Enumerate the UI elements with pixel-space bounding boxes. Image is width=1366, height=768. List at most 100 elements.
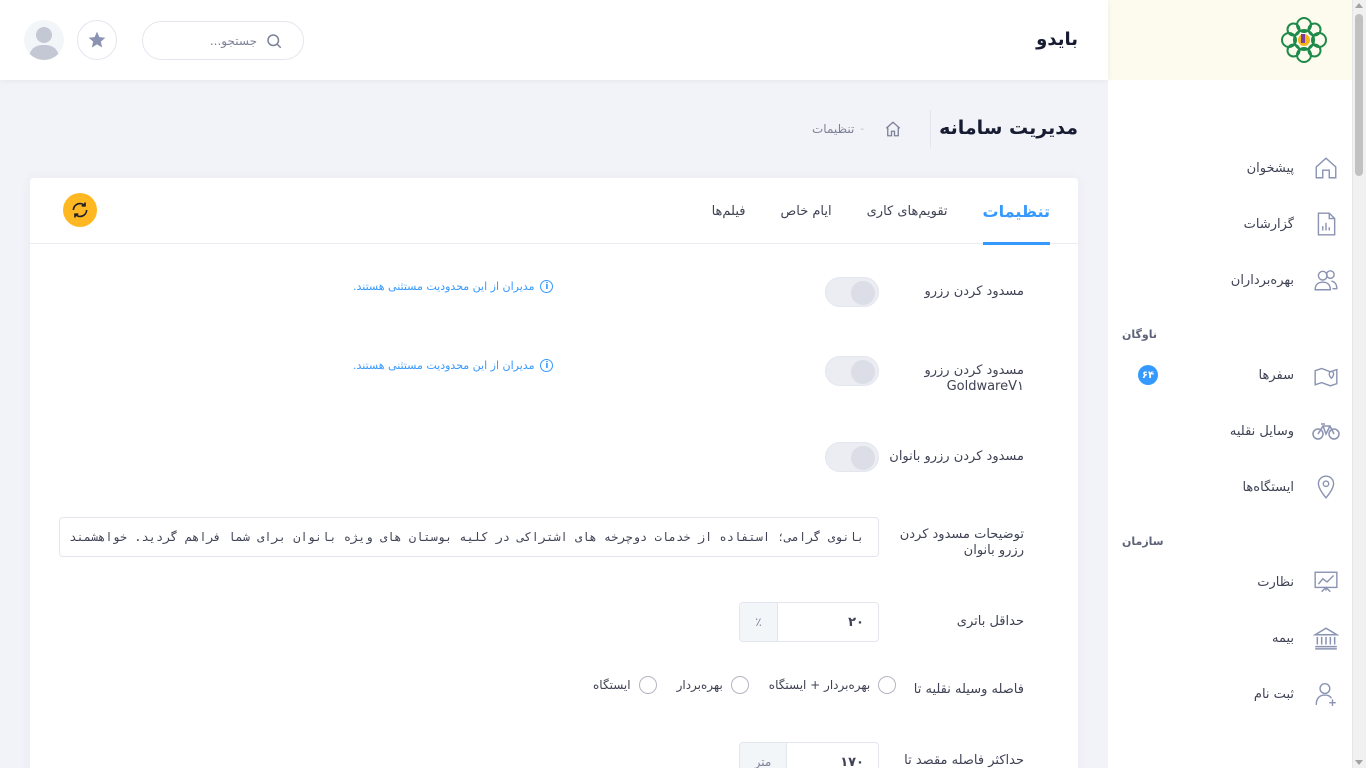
radio-circle[interactable] bbox=[878, 676, 897, 694]
meter-addon: متر bbox=[740, 743, 787, 768]
info-icon: i bbox=[540, 359, 554, 372]
breadcrumb-separator: - bbox=[860, 123, 864, 135]
sidebar-item-insurance[interactable]: بیمه bbox=[1108, 610, 1352, 666]
favorites-button[interactable] bbox=[77, 20, 117, 60]
subheader-divider bbox=[930, 110, 931, 148]
tabs: تنظیمات تقویم‌های کاری ایام خاص فیلم‌ها bbox=[677, 178, 1051, 245]
bicycle-icon bbox=[1312, 417, 1340, 445]
logo-icon bbox=[1281, 17, 1327, 63]
percent-addon: ٪ bbox=[740, 603, 778, 641]
tab-special-days[interactable]: ایام خاص bbox=[781, 178, 832, 244]
min-battery-input[interactable]: ۲۰ bbox=[778, 603, 878, 641]
vehicle-distance-label: فاصله وسیله نقلیه تا bbox=[913, 682, 1024, 697]
search-placeholder: جستجو... bbox=[209, 33, 257, 48]
map-pin-route-icon bbox=[1312, 361, 1340, 389]
sidebar-item-vehicles[interactable]: وسایل نقلیه bbox=[1108, 403, 1352, 459]
sidebar-item-label: وسایل نقلیه bbox=[1229, 423, 1294, 439]
radio-operator-station[interactable]: بهره‌بردار + ایستگاه bbox=[768, 676, 897, 694]
block-reservation-toggle[interactable] bbox=[825, 277, 879, 307]
radio-label: بهره‌بردار bbox=[676, 678, 723, 692]
label-line-1: مسدود کردن رزرو bbox=[924, 363, 1024, 378]
min-battery-input-group: ٪ ۲۰ bbox=[739, 602, 879, 642]
radio-circle[interactable] bbox=[638, 676, 657, 694]
star-icon bbox=[88, 31, 106, 48]
info-icon: i bbox=[540, 280, 554, 293]
sidebar-item-label: گزارشات bbox=[1243, 216, 1294, 232]
sidebar-item-monitoring[interactable]: نظارت bbox=[1108, 554, 1352, 610]
radio-label: بهره‌بردار + ایستگاه bbox=[768, 678, 871, 692]
block-reservation-label: مسدود کردن رزرو bbox=[924, 284, 1024, 299]
tab-settings[interactable]: تنظیمات bbox=[982, 178, 1051, 245]
radio-operator[interactable]: بهره‌بردار bbox=[677, 676, 749, 694]
sidebar: پیشخوان گزارشات بهره‌برداران ناوگان سفره… bbox=[1108, 0, 1352, 768]
toggle-knob bbox=[851, 281, 875, 305]
trips-count-badge: ۶۴ bbox=[1138, 365, 1158, 385]
toggle-knob bbox=[851, 446, 875, 470]
sidebar-item-label: بیمه bbox=[1271, 630, 1294, 646]
block-women-desc-input[interactable]: بانوی گرامی؛ استفاده از خدمات دوچرخه های… bbox=[59, 517, 879, 557]
home-icon[interactable] bbox=[884, 120, 902, 138]
search-icon bbox=[267, 33, 282, 48]
block-women-desc-label: توضیحات مسدود کردن رزرو بانوان bbox=[899, 527, 1024, 558]
max-dest-distance-input[interactable]: ۱۷۰ bbox=[787, 743, 878, 768]
block-reservation-hint: i مدیران از این محدودیت مستثنی هستند. bbox=[353, 280, 554, 293]
toggle-knob bbox=[851, 360, 875, 384]
sidebar-item-label: ایستگاه‌ها bbox=[1242, 479, 1294, 495]
radio-label: ایستگاه bbox=[593, 678, 631, 692]
radio-station[interactable]: ایستگاه bbox=[593, 676, 657, 694]
report-icon bbox=[1312, 210, 1340, 238]
block-reservation-gw-label: مسدود کردن رزرو GoldwareV۱ bbox=[884, 363, 1024, 395]
avatar[interactable] bbox=[24, 20, 64, 60]
hint-text: مدیران از این محدودیت مستثنی هستند. bbox=[353, 359, 535, 372]
sidebar-item-stations[interactable]: ایستگاه‌ها bbox=[1108, 459, 1352, 515]
block-reservation-gw-toggle[interactable] bbox=[825, 356, 879, 386]
block-women-label: مسدود کردن رزرو بانوان bbox=[889, 449, 1024, 464]
home-icon bbox=[1312, 154, 1340, 182]
radio-circle[interactable] bbox=[730, 676, 749, 694]
chart-board-icon bbox=[1312, 568, 1340, 596]
sidebar-item-dashboard[interactable]: پیشخوان bbox=[1108, 140, 1352, 196]
sidebar-item-label: پیشخوان bbox=[1246, 160, 1294, 176]
page-scrollbar[interactable] bbox=[1352, 0, 1366, 768]
breadcrumb: تنظیمات - bbox=[812, 120, 902, 138]
sidebar-section-fleet: ناوگان bbox=[1122, 328, 1158, 341]
sidebar-item-label: ثبت نام bbox=[1253, 686, 1294, 702]
bank-icon bbox=[1312, 624, 1340, 652]
label-line-2: GoldwareV۱ bbox=[946, 379, 1024, 394]
refresh-icon bbox=[72, 202, 88, 218]
top-header: بایدو جستجو... bbox=[0, 0, 1108, 80]
card-header: تنظیمات تقویم‌های کاری ایام خاص فیلم‌ها bbox=[30, 178, 1078, 245]
sidebar-item-label: نظارت bbox=[1257, 574, 1294, 590]
settings-card: تنظیمات تقویم‌های کاری ایام خاص فیلم‌ها … bbox=[30, 178, 1078, 768]
scroll-up-arrow[interactable] bbox=[1355, 3, 1363, 8]
scroll-down-arrow[interactable] bbox=[1355, 760, 1363, 765]
vehicle-distance-radios: بهره‌بردار + ایستگاه بهره‌بردار ایستگاه bbox=[573, 676, 897, 694]
refresh-button[interactable] bbox=[63, 193, 97, 227]
max-dest-distance-label: حداکثر فاصله مقصد تا bbox=[904, 753, 1024, 768]
app-name: بایدو bbox=[1036, 29, 1078, 50]
block-reservation-gw-hint: i مدیران از این محدودیت مستثنی هستند. bbox=[353, 359, 554, 372]
scroll-thumb[interactable] bbox=[1355, 14, 1363, 176]
sidebar-item-operators[interactable]: بهره‌برداران bbox=[1108, 252, 1352, 308]
sidebar-item-reports[interactable]: گزارشات bbox=[1108, 196, 1352, 252]
page-title: مدیریت سامانه bbox=[939, 117, 1078, 139]
hint-text: مدیران از این محدودیت مستثنی هستند. bbox=[353, 280, 535, 293]
sidebar-item-register[interactable]: ثبت نام bbox=[1108, 666, 1352, 722]
search-input[interactable]: جستجو... bbox=[142, 21, 304, 60]
sidebar-item-label: سفرها bbox=[1258, 367, 1294, 383]
tab-videos[interactable]: فیلم‌ها bbox=[712, 178, 746, 244]
logo-area[interactable] bbox=[1108, 0, 1352, 80]
sidebar-item-label: بهره‌برداران bbox=[1230, 272, 1294, 288]
block-women-toggle[interactable] bbox=[825, 442, 879, 472]
max-dest-distance-input-group: متر ۱۷۰ bbox=[739, 742, 879, 768]
user-add-icon bbox=[1312, 680, 1340, 708]
sidebar-nav: پیشخوان گزارشات بهره‌برداران ناوگان سفره… bbox=[1108, 80, 1352, 722]
users-icon bbox=[1312, 266, 1340, 294]
tab-work-calendars[interactable]: تقویم‌های کاری bbox=[867, 178, 948, 244]
sidebar-item-trips[interactable]: سفرها ۶۴ bbox=[1108, 347, 1352, 403]
sidebar-section-org: سازمان bbox=[1122, 535, 1164, 548]
location-pin-icon bbox=[1312, 473, 1340, 501]
breadcrumb-item[interactable]: تنظیمات bbox=[812, 122, 854, 136]
min-battery-label: حداقل باتری bbox=[956, 614, 1024, 629]
user-avatar-icon bbox=[29, 27, 59, 60]
